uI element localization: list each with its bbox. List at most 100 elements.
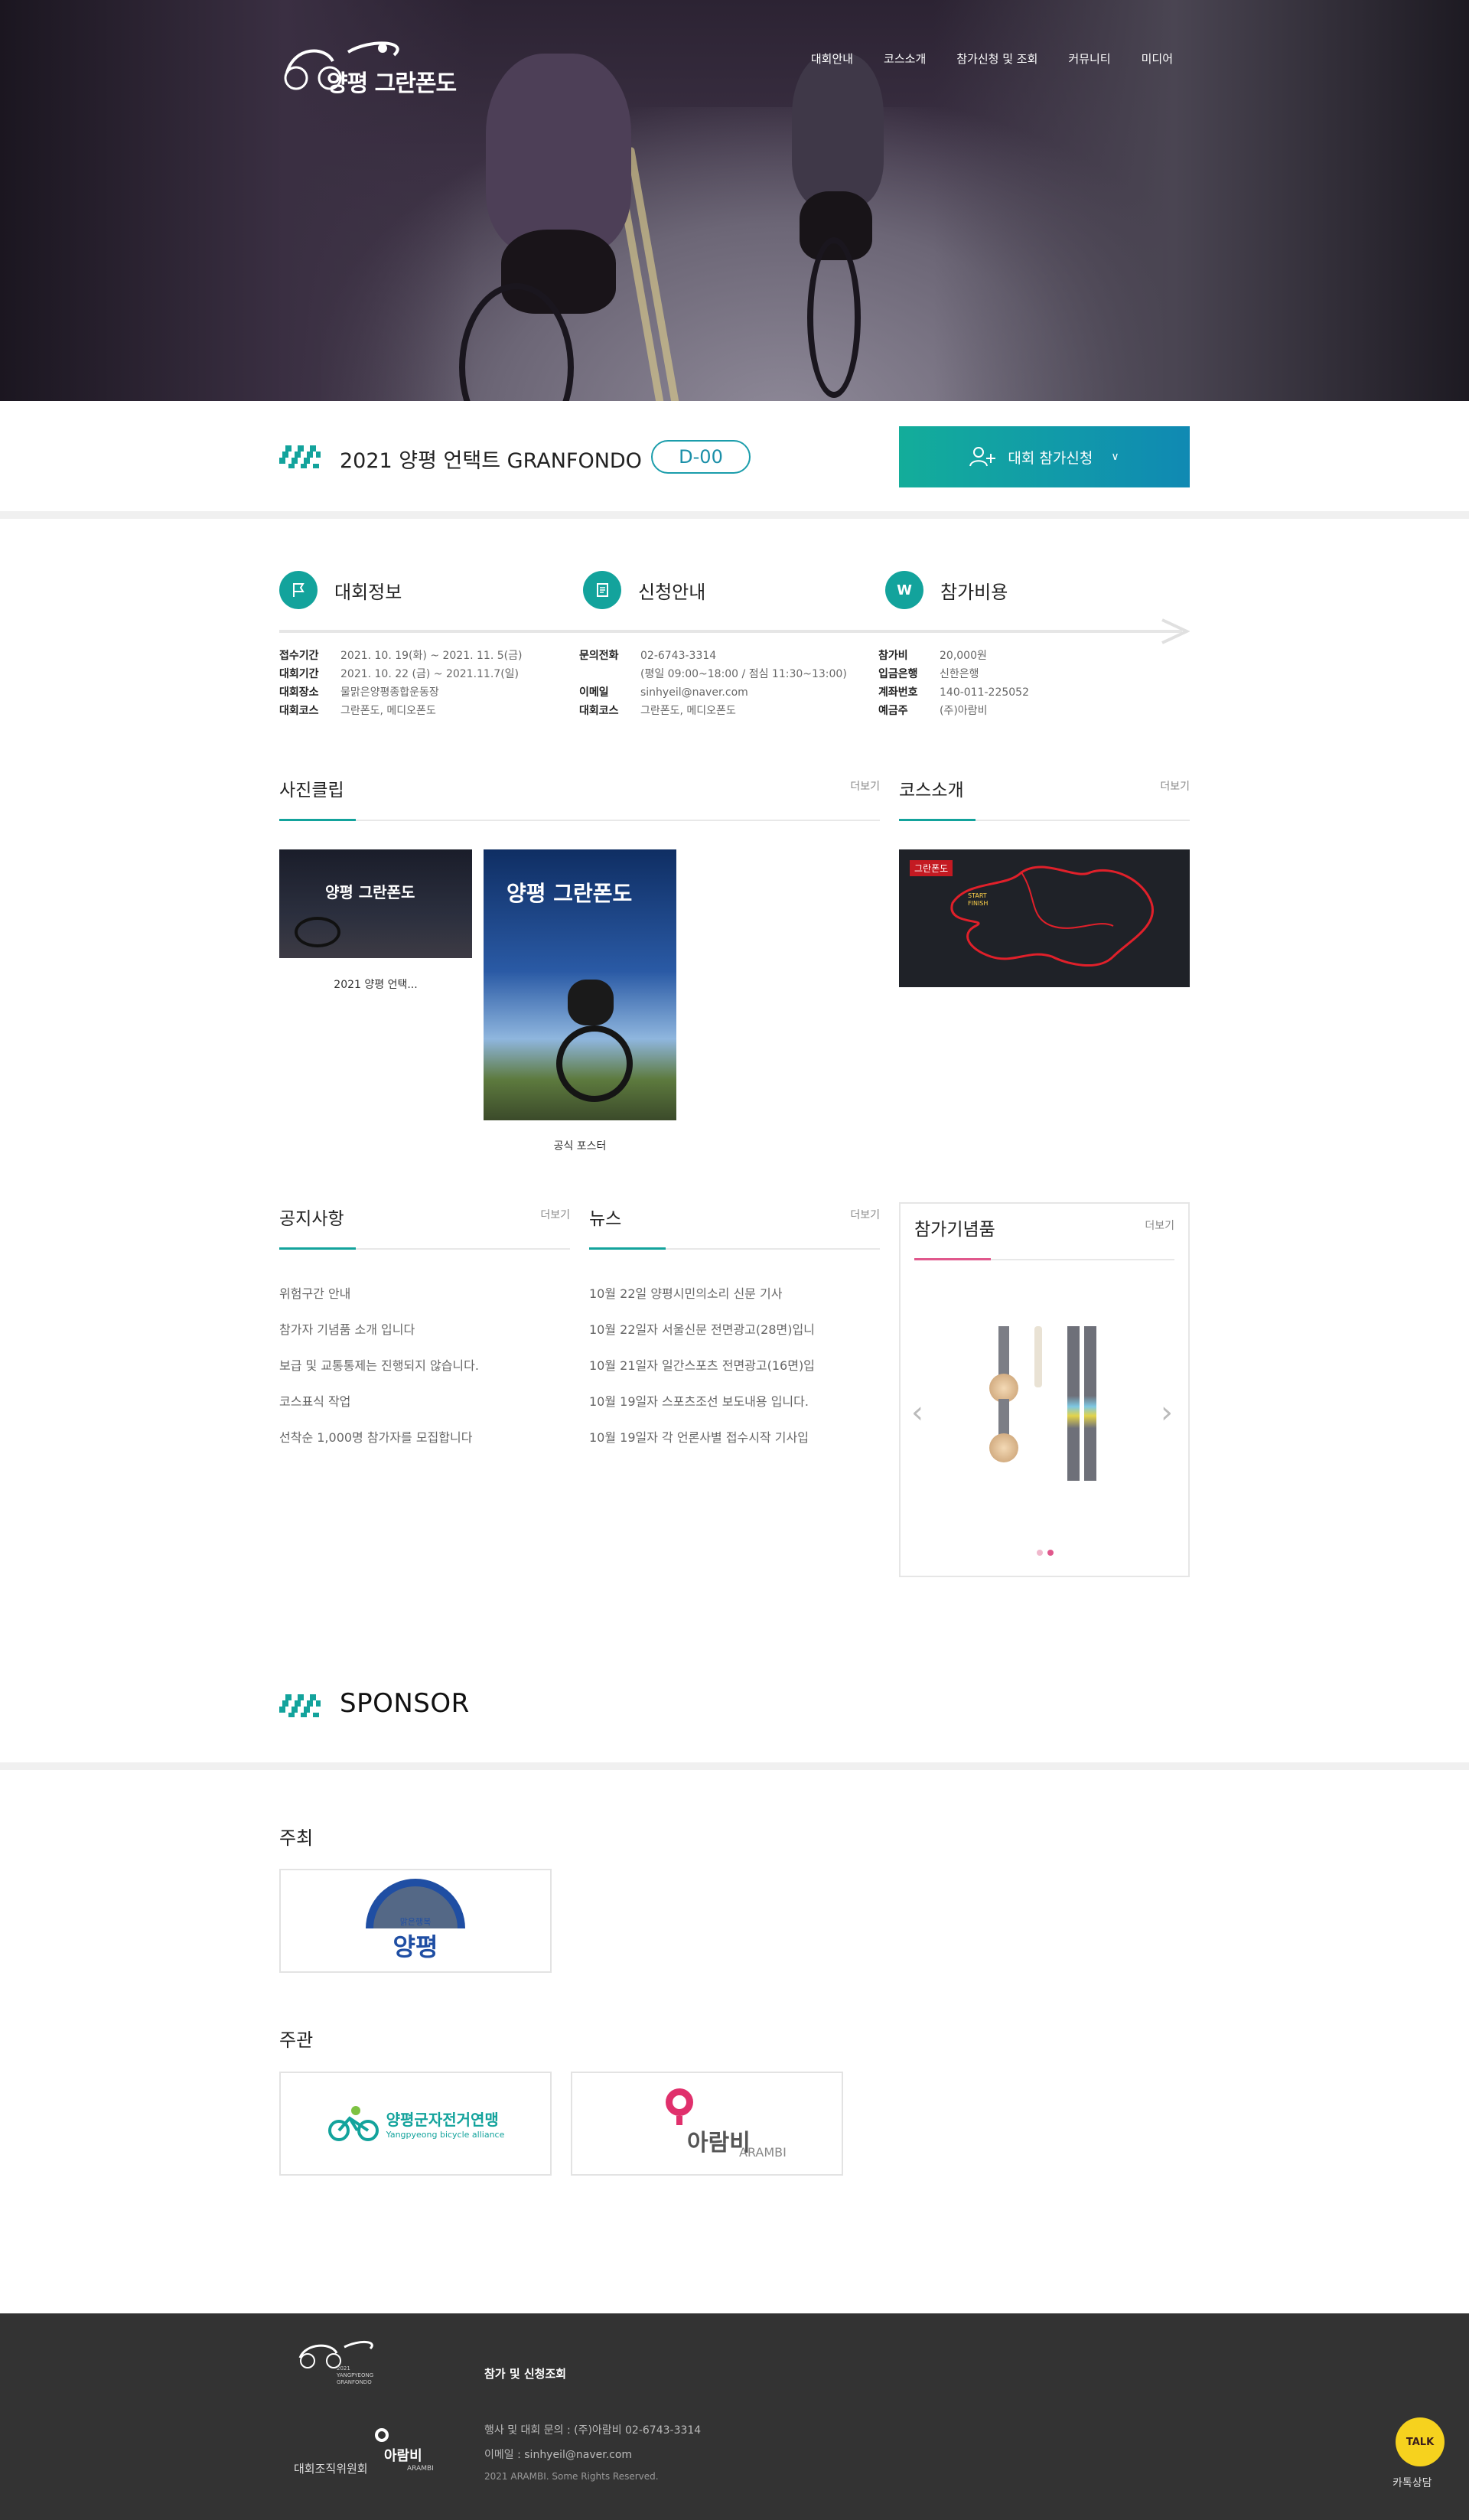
kakao-talk-button[interactable]: TALK — [1396, 2417, 1445, 2466]
nav-item-media[interactable]: 미디어 — [1142, 51, 1173, 67]
dday-badge: D-00 — [651, 440, 751, 474]
info-key: 대회코스 — [579, 705, 619, 717]
main-nav: 대회안내 코스소개 참가신청 및 조회 커뮤니티 미디어 — [780, 51, 1173, 67]
poster-cyclist — [568, 980, 614, 1025]
notice-list: 위험구간 안내 참가자 기념품 소개 입니다 보급 및 교통통제는 진행되지 않… — [279, 1283, 479, 1463]
footer-email[interactable]: 이메일 : sinhyeil@naver.com — [484, 2447, 632, 2462]
alliance-sub: Yangpyeong bicycle alliance — [386, 2130, 505, 2140]
course-map-finish: FINISH — [968, 900, 989, 907]
course-map-start: START — [968, 892, 987, 899]
host-logo-box[interactable]: 맑은행복 양평 — [279, 1869, 552, 1973]
notice-title: 공지사항 — [279, 1209, 344, 1229]
news-item[interactable]: 10월 19일자 스포츠조선 보도내용 입니다. — [589, 1391, 815, 1427]
won-icon: W — [885, 571, 923, 609]
footer-logo[interactable]: 2021 YANGPYEONG GRANFONDO — [294, 2338, 386, 2391]
info-value: 물맑은양평종합운동장 — [340, 686, 439, 699]
souvenir-header: 참가기념품 더보기 — [914, 1214, 1174, 1260]
news-item[interactable]: 10월 22일자 서울신문 전면광고(28면)입니 — [589, 1319, 815, 1355]
info-value: 그란폰도, 메디오폰도 — [640, 705, 736, 717]
yangpyeong-text: 양평 — [392, 1932, 438, 1961]
arambi-logo: ARAMBI 아람비 — [653, 2085, 787, 2162]
info-key: 문의전화 — [579, 650, 619, 662]
notice-item[interactable]: 위험구간 안내 — [279, 1283, 479, 1319]
notice-item[interactable]: 선착순 1,000명 참가자를 모집합니다 — [279, 1427, 479, 1463]
section-underline — [279, 1247, 356, 1250]
thumb-bike-wheel — [295, 917, 340, 947]
info-value: 2021. 10. 19(화) ~ 2021. 11. 5(금) — [340, 650, 523, 662]
info-key: 이메일 — [579, 686, 609, 699]
apply-button[interactable]: 대회 참가신청 ∨ — [899, 426, 1190, 487]
logo-text: 양평 그란폰도 — [327, 70, 457, 97]
nav-item-course[interactable]: 코스소개 — [884, 51, 926, 67]
news-more-link[interactable]: 더보기 — [850, 1207, 880, 1222]
footer-apply-link[interactable]: 참가 및 신청조회 — [484, 2365, 566, 2381]
souvenir-item — [1034, 1326, 1042, 1387]
section-divider — [0, 1762, 1469, 1770]
info-fee-list: 참가비 20,000원 입금은행 신한은행 계좌번호 140-011-225052 예… — [878, 647, 1029, 720]
photo-thumb-2[interactable]: 양평 그란폰도 — [484, 849, 676, 1120]
add-user-icon — [969, 447, 996, 467]
course-title: 코스소개 — [899, 781, 964, 800]
chevron-right-icon[interactable]: › — [1161, 1395, 1173, 1430]
checkered-flag-icon — [279, 1694, 321, 1717]
news-item[interactable]: 10월 19일자 각 언론사별 접수시작 기사입 — [589, 1427, 815, 1463]
news-list: 10월 22일 양평시민의소리 신문 기사 10월 22일자 서울신문 전면광고… — [589, 1283, 815, 1463]
arambi-pin-icon — [666, 2088, 693, 2116]
news-header: 뉴스 더보기 — [589, 1204, 880, 1250]
notice-more-link[interactable]: 더보기 — [540, 1207, 570, 1222]
nav-item-community[interactable]: 커뮤니티 — [1068, 51, 1110, 67]
course-map[interactable]: 그란폰도 START FINISH — [899, 849, 1190, 987]
info-application-header: 신청안내 — [583, 571, 705, 609]
info-key: 입금은행 — [878, 668, 918, 680]
info-fee-header: W 참가비용 — [885, 571, 1008, 609]
souvenir-more-link[interactable]: 더보기 — [1145, 1218, 1174, 1233]
footer-arambi-glyph: 아람비 — [384, 2448, 422, 2464]
section-underline — [899, 819, 976, 821]
slider-dot[interactable] — [1037, 1550, 1043, 1556]
info-value: 그란폰도, 메디오폰도 — [340, 705, 436, 717]
notice-item[interactable]: 참가자 기념품 소개 입니다 — [279, 1319, 479, 1355]
yangpyeong-slogan: 맑은행복 — [399, 1917, 432, 1927]
photo-caption-2[interactable]: 공식 포스터 — [484, 1138, 676, 1153]
info-key — [579, 665, 640, 683]
hero-cyclist-2 — [773, 54, 895, 398]
notice-item[interactable]: 코스표식 작업 — [279, 1391, 479, 1427]
checkered-flag-icon — [279, 445, 321, 468]
footer-arambi-brand: ARAMBI — [407, 2465, 434, 2473]
info-email[interactable]: sinhyeil@naver.com — [640, 683, 748, 702]
document-icon — [583, 571, 621, 609]
organizer-logo-box-1[interactable]: 양평군자전거연맹 Yangpyeong bicycle alliance — [279, 2072, 552, 2176]
info-application-title: 신청안내 — [638, 581, 706, 603]
notice-item[interactable]: 보급 및 교통통제는 진행되지 않습니다. — [279, 1355, 479, 1391]
chevron-down-icon: ∨ — [1111, 451, 1119, 463]
kakao-talk-icon: TALK — [1405, 2436, 1435, 2448]
photo-clip-more-link[interactable]: 더보기 — [850, 778, 880, 794]
souvenir-title: 참가기념품 — [914, 1220, 995, 1240]
nav-item-apply[interactable]: 참가신청 및 조회 — [956, 51, 1037, 67]
nav-item-competition[interactable]: 대회안내 — [811, 51, 853, 67]
hero-banner — [0, 0, 1469, 401]
news-item[interactable]: 10월 22일 양평시민의소리 신문 기사 — [589, 1283, 815, 1319]
info-competition-header: 대회정보 — [279, 571, 402, 609]
kakao-talk-label[interactable]: 카톡상담 — [1392, 2475, 1432, 2490]
apply-button-label: 대회 참가신청 — [1008, 449, 1093, 467]
arambi-glyph: 아람비 — [687, 2130, 751, 2157]
info-value: 20,000원 — [940, 650, 987, 662]
chevron-left-icon[interactable]: ‹ — [911, 1395, 923, 1430]
photo-thumb-1[interactable]: 양평 그란폰도 — [279, 849, 472, 958]
site-logo[interactable]: 양평 그란폰도 — [279, 38, 486, 97]
sponsor-title: SPONSOR — [340, 1688, 470, 1719]
info-key: 참가비 — [878, 650, 908, 662]
course-more-link[interactable]: 더보기 — [1160, 778, 1190, 794]
organizer-logo-box-2[interactable]: ARAMBI 아람비 — [571, 2072, 843, 2176]
photo-caption-1[interactable]: 2021 양평 언택... — [279, 976, 472, 992]
host-label: 주최 — [279, 1827, 314, 1849]
news-item[interactable]: 10월 21일자 일간스포츠 전면광고(16면)입 — [589, 1355, 815, 1391]
footer-committee: 대회조직위원회 — [294, 2462, 368, 2476]
alliance-name: 양평군자전거연맹 — [386, 2111, 499, 2129]
section-underline — [914, 1258, 991, 1260]
souvenir-panel: 참가기념품 더보기 ‹ › — [899, 1202, 1190, 1577]
info-key: 대회코스 — [279, 705, 319, 717]
slider-dot-active[interactable] — [1047, 1550, 1054, 1556]
footer: 2021 YANGPYEONG GRANFONDO 대회조직위원회 아람비 AR… — [0, 2313, 1469, 2520]
